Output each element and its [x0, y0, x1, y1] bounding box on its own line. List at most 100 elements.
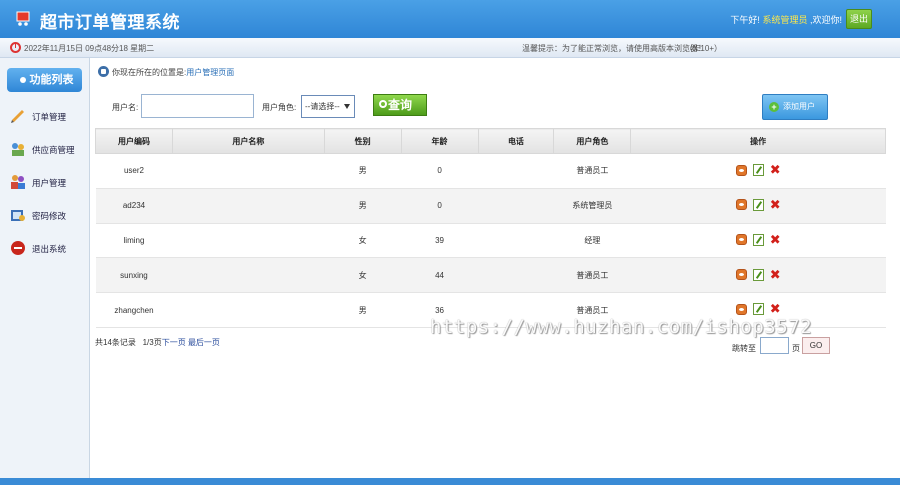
edit-icon[interactable]	[752, 198, 764, 211]
delete-icon[interactable]: ✖	[770, 233, 781, 246]
plus-icon: +	[769, 102, 779, 112]
sidebar-item-orders[interactable]: 订单管理	[8, 106, 86, 128]
sidebar-item-label: 用户管理	[32, 178, 67, 188]
view-icon[interactable]	[735, 234, 747, 246]
column-header: 用户角色	[553, 128, 632, 154]
table-header-row: 用户编码 用户名称 性别 年龄 电话 用户角色 操作	[95, 128, 886, 154]
sidebar-title-label: 功能列表	[29, 74, 74, 86]
cell-gender: 女	[324, 257, 402, 294]
view-icon[interactable]	[735, 303, 747, 315]
page-count: 1/3页	[142, 338, 162, 347]
sidebar-item-label: 退出系统	[32, 244, 67, 254]
clock-icon	[10, 42, 21, 53]
query-button-label: 查询	[388, 98, 413, 112]
sidebar-item-label: 订单管理	[32, 112, 67, 122]
column-header: 性别	[323, 128, 402, 154]
cell-role: 普通员工	[553, 153, 631, 189]
breadcrumb-prefix: 你现在所在的位置是:	[112, 68, 187, 77]
sidebar: 功能列表 订单管理 供应商管理 用户管理 密码修改 退出系统	[0, 58, 90, 485]
cell-ops: ✖	[630, 257, 886, 294]
delete-icon[interactable]: ✖	[770, 302, 781, 315]
home-icon	[98, 66, 109, 77]
column-header: 用户编码	[95, 128, 173, 154]
column-header: 操作	[630, 128, 886, 154]
column-header: 电话	[477, 128, 555, 154]
browser-notice: 温馨提示：为了能正常浏览，请使用高版本浏览器！	[522, 44, 706, 53]
user-table: 用户编码 用户名称 性别 年龄 电话 用户角色 操作 user2 男 0 普通员…	[95, 128, 886, 328]
cell-name	[172, 188, 325, 224]
query-button[interactable]: 查询	[373, 94, 427, 116]
go-button[interactable]: GO	[802, 337, 830, 354]
sidebar-item-users[interactable]: 用户管理	[8, 172, 86, 194]
greeting: 下午好!	[730, 15, 760, 25]
view-icon[interactable]	[735, 199, 747, 211]
order-icon	[11, 110, 24, 123]
sidebar-item-label: 密码修改	[32, 211, 67, 221]
jump-label: 跳转至	[732, 344, 756, 353]
edit-icon[interactable]	[752, 303, 764, 316]
total-records: 共14条记录	[95, 338, 136, 347]
sidebar-item-suppliers[interactable]: 供应商管理	[8, 139, 86, 161]
delete-icon[interactable]: ✖	[770, 198, 781, 211]
footer-bar	[0, 478, 900, 485]
cell-name	[172, 257, 325, 294]
role-select[interactable]: --请选择--	[301, 95, 355, 118]
cell-code: zhangchen	[95, 292, 173, 328]
cell-code: user2	[95, 153, 173, 189]
cell-ops: ✖	[630, 153, 886, 189]
cell-name	[172, 292, 325, 328]
username-label: 用户名:	[112, 103, 139, 112]
cell-age: 39	[401, 223, 478, 259]
cell-phone	[478, 257, 554, 294]
users-icon	[11, 175, 25, 189]
add-user-label: 添加用户	[783, 102, 815, 111]
cell-ops: ✖	[630, 188, 886, 224]
app-header: 超市订单管理系统 下午好! 系统管理员 ,欢迎你! 退出	[0, 0, 900, 38]
breadcrumb-current[interactable]: 用户管理页面	[186, 68, 234, 77]
password-icon	[11, 210, 25, 221]
cell-phone	[478, 188, 554, 224]
cell-role: 系统管理员	[553, 188, 631, 224]
sidebar-item-label: 供应商管理	[32, 145, 75, 155]
watermark: https://www.huzhan.com/ishop3572	[430, 316, 813, 338]
sidebar-item-password[interactable]: 密码修改	[8, 205, 86, 227]
cell-gender: 女	[324, 223, 402, 259]
pagination-info: 共14条记录 1/3页下一页 最后一页	[95, 337, 220, 348]
welcome-text: ,欢迎你!	[809, 15, 842, 25]
delete-icon[interactable]: ✖	[770, 268, 781, 281]
cell-age: 0	[401, 153, 478, 189]
table-row: ad234 男 0 系统管理员 ✖	[95, 188, 886, 224]
cell-name	[172, 153, 325, 189]
username-input[interactable]	[141, 94, 254, 118]
cell-name	[172, 223, 325, 259]
add-user-button[interactable]: + 添加用户	[762, 94, 828, 120]
edit-icon[interactable]	[752, 268, 764, 281]
next-page-link[interactable]: 下一页	[162, 338, 186, 347]
edit-icon[interactable]	[752, 233, 764, 246]
column-header: 用户名称	[171, 128, 325, 154]
search-icon	[379, 100, 387, 108]
delete-icon[interactable]: ✖	[770, 163, 781, 176]
last-page-link[interactable]: 最后一页	[188, 338, 220, 347]
sidebar-item-exit[interactable]: 退出系统	[8, 238, 86, 260]
shopping-cart-icon	[16, 11, 30, 26]
browser-notice-ie: （IE10+）	[684, 44, 722, 53]
edit-icon[interactable]	[752, 164, 764, 177]
cell-code: sunxing	[95, 257, 173, 294]
cell-age: 0	[401, 188, 478, 224]
view-icon[interactable]	[735, 269, 747, 281]
logout-button[interactable]: 退出	[846, 9, 872, 29]
breadcrumb: 你现在所在的位置是:用户管理页面	[112, 67, 234, 78]
table-row: user2 男 0 普通员工 ✖	[95, 153, 886, 189]
cell-gender: 男	[324, 292, 402, 328]
view-icon[interactable]	[735, 164, 747, 176]
table-row: liming 女 39 经理 ✖	[95, 223, 886, 259]
current-role: 系统管理员	[762, 15, 808, 25]
jump-page-input[interactable]	[760, 337, 789, 354]
cell-code: liming	[95, 223, 173, 259]
cell-role: 经理	[553, 223, 631, 259]
cell-phone	[478, 153, 554, 189]
cell-ops: ✖	[630, 223, 886, 259]
cell-phone	[478, 223, 554, 259]
info-bar: 2022年11月15日 09点48分18 星期二 温馨提示：为了能正常浏览，请使…	[0, 38, 900, 58]
